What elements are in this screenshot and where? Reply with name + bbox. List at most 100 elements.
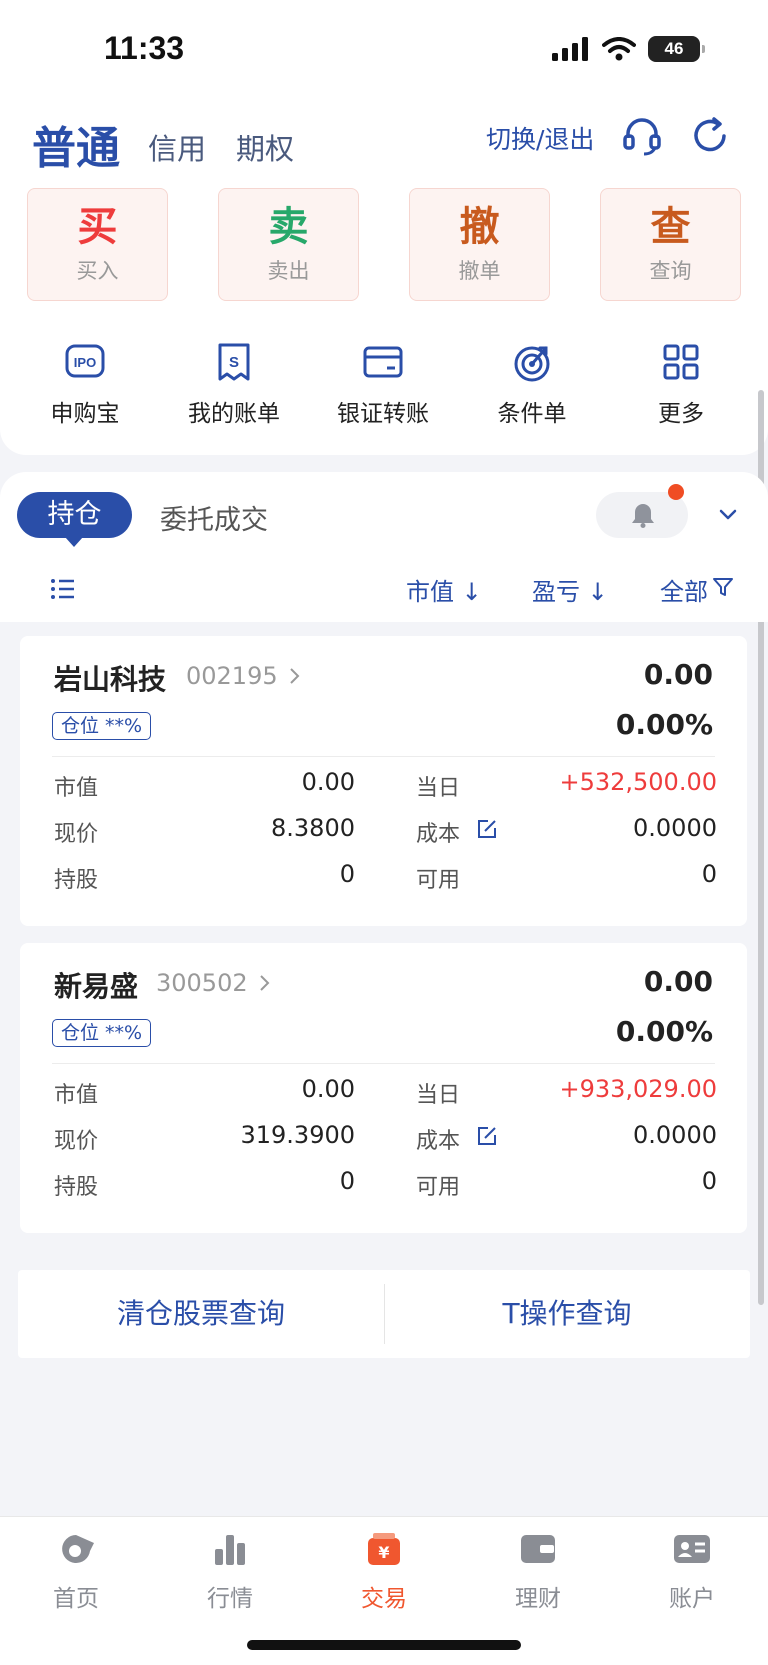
buy-button[interactable]: 买 买入: [27, 188, 168, 301]
wifi-icon: [602, 37, 636, 61]
card-icon: [363, 346, 403, 378]
query-button[interactable]: 查 查询: [600, 188, 741, 301]
position-card[interactable]: 新易盛 300502 0.00 仓位 **% 0.00% 市值 0.00 当日 …: [20, 943, 747, 1233]
filter-icon[interactable]: [712, 576, 734, 598]
position-ratio-badge: 仓位 **%: [52, 1019, 152, 1047]
quick-bill[interactable]: S 我的账单: [174, 340, 294, 428]
svg-text:S: S: [229, 354, 239, 371]
label-market-value: 市值: [54, 1083, 99, 1108]
target-icon: [514, 346, 550, 382]
cleared-stocks-query-button[interactable]: 清仓股票查询: [18, 1270, 384, 1358]
query-label: 查询: [649, 259, 692, 283]
market-value: 0.00: [301, 1075, 355, 1103]
label-cost: 成本: [416, 1129, 461, 1154]
nav-trade[interactable]: ¥ 交易: [329, 1529, 439, 1613]
stock-name[interactable]: 新易盛: [54, 965, 138, 1005]
quick-transfer-label: 银证转账: [337, 401, 429, 427]
stock-code: 300502: [156, 969, 248, 997]
position-card[interactable]: 岩山科技 002195 0.00 仓位 **% 0.00% 市值 0.00 当日…: [20, 636, 747, 926]
label-today: 当日: [416, 1083, 461, 1108]
ipo-icon: IPO: [65, 344, 105, 378]
account-icon: [674, 1535, 710, 1563]
chevron-down-icon[interactable]: [716, 502, 740, 526]
label-cost: 成本: [416, 822, 461, 847]
label-price: 现价: [54, 1129, 99, 1154]
wallet-icon: [521, 1535, 555, 1563]
filter-all[interactable]: 全部: [660, 572, 708, 607]
nav-trade-label: 交易: [361, 1586, 407, 1612]
nav-home[interactable]: 首页: [21, 1529, 131, 1613]
sort-market-value[interactable]: 市值 ↓: [406, 572, 482, 607]
stock-pnl-pct: 0.00%: [615, 708, 713, 741]
shares-available: 0: [701, 1167, 717, 1195]
sell-label: 卖出: [267, 259, 310, 283]
quick-more-label: 更多: [658, 401, 704, 427]
position-ratio-badge: 仓位 **%: [52, 712, 152, 740]
query-bar: 清仓股票查询 T操作查询: [18, 1270, 750, 1358]
edit-icon[interactable]: [476, 1125, 498, 1147]
stock-name[interactable]: 岩山科技: [54, 658, 166, 698]
chevron-right-icon: [290, 668, 300, 684]
home-icon: [62, 1535, 94, 1563]
market-value: 0.00: [301, 768, 355, 796]
label-price: 现价: [54, 822, 99, 847]
tab-holdings[interactable]: 持仓: [17, 492, 132, 547]
shares-available: 0: [701, 860, 717, 888]
buy-glyph: 买: [77, 204, 118, 250]
top-panel: 普通 信用 期权 切换/退出 买 买入 卖 卖出 撤 撤单 查 查询 IPO 申…: [0, 100, 768, 455]
svg-text:¥: ¥: [378, 1543, 389, 1562]
query-glyph: 查: [650, 204, 691, 250]
list-view-icon[interactable]: [50, 576, 76, 602]
battery-icon: 46: [648, 36, 705, 62]
quick-ipo-label: 申购宝: [50, 401, 120, 427]
status-bar: 11:33 46: [0, 0, 768, 100]
tab-orders-trades[interactable]: 委托成交: [160, 498, 268, 537]
quick-condition-label: 条件单: [497, 401, 567, 427]
sort-pnl[interactable]: 盈亏 ↓: [532, 572, 608, 607]
refresh-icon[interactable]: [688, 114, 732, 158]
label-available: 可用: [416, 868, 461, 893]
sell-button[interactable]: 卖 卖出: [218, 188, 359, 301]
current-price: 319.3900: [240, 1121, 355, 1149]
notification-dot: [668, 484, 684, 500]
nav-wealth[interactable]: 理财: [483, 1529, 593, 1613]
positions-panel: 持仓 委托成交 市值 ↓ 盈亏 ↓ 全部: [0, 472, 768, 622]
card-divider: [52, 756, 715, 757]
nav-account[interactable]: 账户: [637, 1529, 747, 1613]
cancel-order-button[interactable]: 撤 撤单: [409, 188, 550, 301]
current-price: 8.3800: [271, 814, 355, 842]
today-pnl: +532,500.00: [559, 768, 717, 796]
bell-icon: [632, 504, 654, 528]
today-pnl: +933,029.00: [559, 1075, 717, 1103]
switch-logout-link[interactable]: 切换/退出: [486, 120, 594, 156]
nav-account-label: 账户: [669, 1586, 715, 1612]
nav-wealth-label: 理财: [515, 1586, 561, 1612]
trade-icon: ¥: [368, 1533, 400, 1565]
t-operation-query-button[interactable]: T操作查询: [384, 1270, 750, 1358]
shares-held: 0: [339, 860, 355, 888]
label-today: 当日: [416, 776, 461, 801]
label-shares: 持股: [54, 868, 99, 893]
quick-more[interactable]: 更多: [621, 340, 741, 428]
nav-market-label: 行情: [207, 1586, 253, 1612]
nav-market[interactable]: 行情: [175, 1529, 285, 1613]
nav-home-label: 首页: [53, 1586, 99, 1612]
home-indicator: [247, 1640, 521, 1650]
edit-icon[interactable]: [476, 818, 498, 840]
stock-value: 0.00: [643, 658, 713, 691]
headset-icon[interactable]: [620, 114, 664, 158]
quick-ipo[interactable]: IPO 申购宝: [25, 340, 145, 428]
tab-options[interactable]: 期权: [236, 126, 294, 168]
signal-icon: [552, 37, 588, 61]
buy-label: 买入: [76, 259, 119, 283]
sell-glyph: 卖: [268, 204, 309, 250]
quick-transfer[interactable]: 银证转账: [323, 340, 443, 428]
chevron-right-icon: [260, 975, 270, 991]
tab-credit[interactable]: 信用: [148, 126, 206, 168]
tab-normal[interactable]: 普通: [32, 112, 120, 176]
label-available: 可用: [416, 1175, 461, 1200]
bill-icon: S: [218, 343, 250, 381]
label-shares: 持股: [54, 1175, 99, 1200]
quick-condition-order[interactable]: 条件单: [472, 340, 592, 428]
stock-code: 002195: [186, 662, 278, 690]
